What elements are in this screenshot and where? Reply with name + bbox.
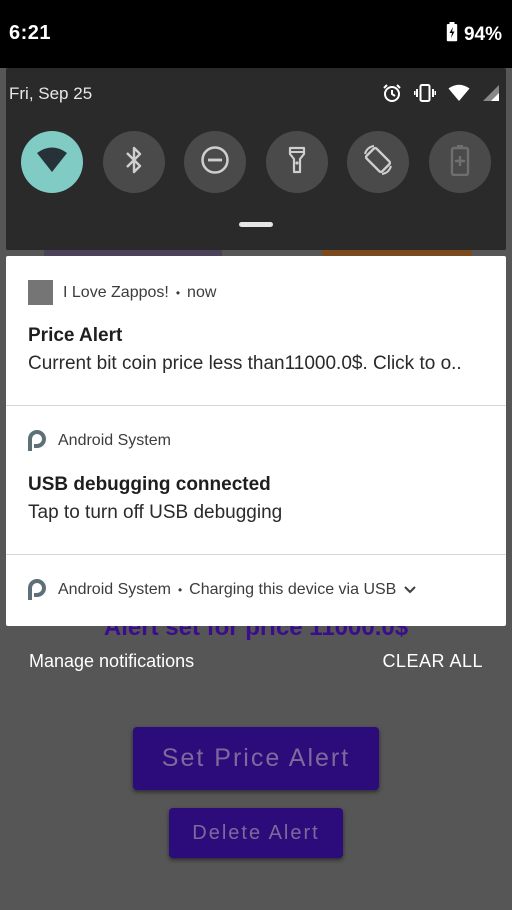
- battery-saver-icon: [450, 144, 470, 181]
- qs-tile-wifi[interactable]: [21, 131, 83, 193]
- android-system-icon: [28, 579, 46, 601]
- separator-dot: •: [177, 583, 183, 597]
- delete-alert-button[interactable]: Delete Alert: [169, 808, 343, 858]
- bluetooth-icon: [124, 145, 144, 180]
- manage-notifications-button[interactable]: Manage notifications: [29, 651, 194, 672]
- notification-summary: Charging this device via USB: [189, 581, 397, 598]
- vibrate-icon: [413, 83, 437, 108]
- qs-status-icons: [382, 83, 500, 108]
- notification-time: now: [187, 283, 217, 301]
- app-icon: [28, 280, 53, 305]
- battery-charging-icon: [446, 22, 458, 47]
- chevron-down-icon[interactable]: [404, 586, 417, 594]
- auto-rotate-icon: [362, 144, 394, 181]
- separator-dot: •: [175, 285, 181, 300]
- notification-list: I Love Zappos! • now Price Alert Current…: [6, 256, 506, 626]
- quick-settings-tiles: [21, 131, 491, 193]
- qs-tile-flashlight[interactable]: [265, 131, 328, 193]
- notification-usb-debugging[interactable]: Android System USB debugging connected T…: [6, 406, 506, 554]
- notification-title: USB debugging connected: [28, 474, 271, 495]
- qs-drag-handle[interactable]: [239, 222, 273, 227]
- notification-app-name: Android System: [58, 432, 171, 449]
- qs-date[interactable]: Fri, Sep 25: [9, 84, 92, 104]
- qs-tile-dnd[interactable]: [184, 131, 247, 193]
- qs-tile-auto-rotate[interactable]: [347, 131, 410, 193]
- android-system-icon: [28, 430, 46, 452]
- notification-text: Current bit coin price less than11000.0$…: [28, 353, 462, 374]
- wifi-signal-icon: [448, 84, 470, 107]
- notification-header: I Love Zappos! • now: [28, 280, 216, 305]
- status-time: 6:21: [9, 22, 52, 44]
- alarm-icon: [382, 83, 402, 108]
- wifi-icon: [36, 147, 68, 178]
- notification-header: Android System: [28, 430, 171, 452]
- notification-app-name: I Love Zappos!: [63, 283, 169, 301]
- do-not-disturb-icon: [200, 145, 230, 180]
- set-price-alert-button[interactable]: Set Price Alert: [133, 727, 379, 790]
- qs-tile-battery-saver[interactable]: [428, 131, 491, 193]
- battery-percentage: 94%: [463, 23, 502, 45]
- notification-app-name: Android System: [58, 581, 171, 598]
- clear-all-button[interactable]: CLEAR ALL: [382, 651, 483, 672]
- notification-price-alert[interactable]: I Love Zappos! • now Price Alert Current…: [6, 256, 506, 405]
- quick-settings-panel: Fri, Sep 25: [6, 68, 506, 250]
- notification-header: Android System • Charging this device vi…: [28, 579, 417, 601]
- notification-title: Price Alert: [28, 325, 123, 346]
- flashlight-icon: [287, 145, 307, 180]
- status-bar: 6:21 94%: [0, 0, 512, 68]
- notification-charging[interactable]: Android System • Charging this device vi…: [6, 555, 506, 626]
- cell-signal-icon: [482, 84, 500, 107]
- qs-tile-bluetooth[interactable]: [102, 131, 165, 193]
- notification-text: Tap to turn off USB debugging: [28, 502, 283, 523]
